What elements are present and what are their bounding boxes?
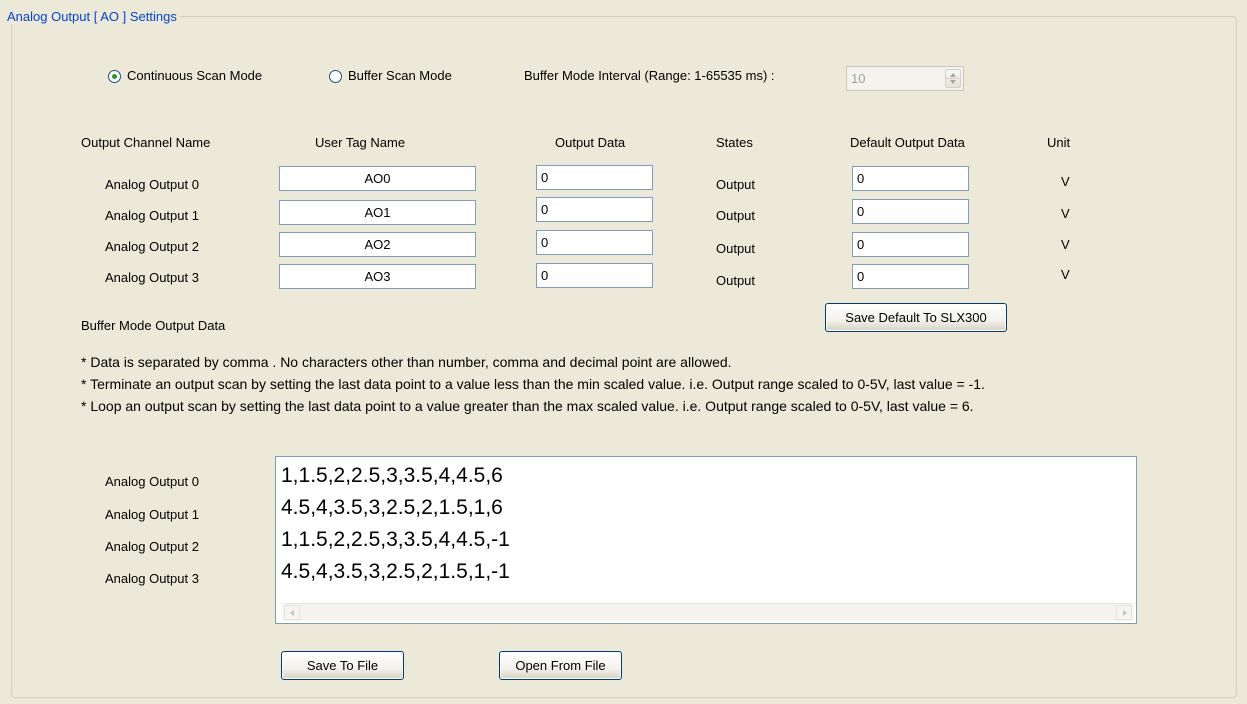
- channel-name: Analog Output 3: [105, 270, 199, 285]
- output-input[interactable]: 0: [536, 230, 653, 255]
- save-to-file-button[interactable]: Save To File: [281, 651, 404, 680]
- default-input[interactable]: 0: [852, 232, 969, 257]
- save-default-button[interactable]: Save Default To SLX300: [825, 303, 1007, 332]
- channel-name: Analog Output 0: [105, 177, 199, 192]
- continuous-mode-radio[interactable]: [108, 70, 121, 83]
- interval-label: Buffer Mode Interval (Range: 1-65535 ms)…: [524, 68, 775, 83]
- unit-text: V: [1061, 267, 1070, 282]
- scroll-right-icon[interactable]: [1116, 605, 1132, 620]
- default-input[interactable]: 0: [852, 264, 969, 289]
- tag-input[interactable]: AO1: [279, 200, 476, 225]
- header-channel: Output Channel Name: [81, 135, 211, 150]
- buffer-row-label: Analog Output 3: [105, 571, 199, 586]
- unit-text: V: [1061, 237, 1070, 252]
- header-tag: User Tag Name: [315, 135, 406, 150]
- buffer-mode-label[interactable]: Buffer Scan Mode: [348, 68, 452, 84]
- buffer-row-label: Analog Output 2: [105, 539, 199, 554]
- state-text: Output: [716, 273, 756, 288]
- unit-text: V: [1061, 206, 1070, 221]
- buffer-mode-radio[interactable]: [329, 70, 342, 83]
- header-states: States: [716, 135, 753, 150]
- buffer-section-title: Buffer Mode Output Data: [81, 318, 226, 333]
- interval-value: 10: [851, 71, 866, 86]
- state-text: Output: [716, 241, 756, 256]
- buffer-row-label: Analog Output 1: [105, 507, 199, 522]
- tag-input[interactable]: AO3: [279, 264, 476, 289]
- header-output: Output Data: [555, 135, 626, 150]
- spinner-arrows-icon[interactable]: [945, 69, 961, 88]
- note-comma: * Data is separated by comma . No charac…: [81, 354, 732, 370]
- buffer-data-textarea[interactable]: 1,1.5,2,2.5,3,3.5,4,4.5,6 4.5,4,3.5,3,2.…: [275, 456, 1137, 624]
- output-input[interactable]: 0: [536, 263, 653, 288]
- interval-spinner[interactable]: 10: [846, 66, 964, 91]
- state-text: Output: [716, 208, 756, 223]
- scroll-left-icon[interactable]: [284, 605, 300, 620]
- default-input[interactable]: 0: [852, 166, 969, 191]
- buffer-line: 4.5,4,3.5,3,2.5,2,1.5,1,-1: [281, 560, 510, 583]
- header-default: Default Output Data: [850, 135, 965, 150]
- header-unit: Unit: [1047, 135, 1071, 150]
- tag-input[interactable]: AO0: [279, 166, 476, 191]
- buffer-line: 1,1.5,2,2.5,3,3.5,4,4.5,6: [281, 464, 503, 487]
- output-input[interactable]: 0: [536, 165, 653, 190]
- open-from-file-button[interactable]: Open From File: [499, 651, 622, 680]
- note-loop: * Loop an output scan by setting the las…: [81, 398, 974, 414]
- unit-text: V: [1061, 174, 1070, 189]
- note-terminate: * Terminate an output scan by setting th…: [81, 376, 985, 392]
- channel-name: Analog Output 1: [105, 208, 199, 223]
- default-input[interactable]: 0: [852, 199, 969, 224]
- channel-name: Analog Output 2: [105, 239, 199, 254]
- continuous-mode-label[interactable]: Continuous Scan Mode: [127, 68, 262, 84]
- output-input[interactable]: 0: [536, 197, 653, 222]
- state-text: Output: [716, 177, 756, 192]
- buffer-line: 4.5,4,3.5,3,2.5,2,1.5,1,6: [281, 496, 503, 519]
- buffer-line: 1,1.5,2,2.5,3,3.5,4,4.5,-1: [281, 528, 510, 551]
- horizontal-scrollbar[interactable]: [283, 603, 1133, 621]
- buffer-row-label: Analog Output 0: [105, 474, 199, 489]
- group-title: Analog Output [ AO ] Settings: [4, 9, 180, 24]
- tag-input[interactable]: AO2: [279, 232, 476, 257]
